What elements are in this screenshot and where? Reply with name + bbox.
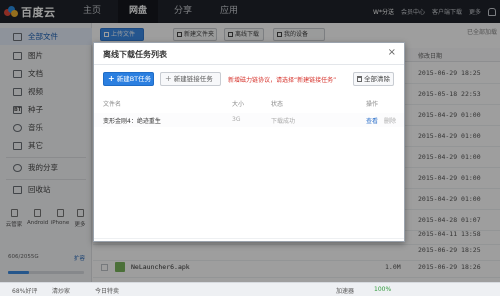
new-bt-task-label: 新建BT任务 — [116, 75, 152, 83]
magnet-notice: 新增磁力链协议，请选择“新建链接任务” — [228, 77, 337, 84]
column-status: 状态 — [271, 101, 284, 108]
new-bt-task-button[interactable]: + 新建BT任务 — [103, 72, 154, 86]
status-rating[interactable]: 68%好评 — [12, 286, 37, 295]
browser-status-bar: 68%好评 清炒家 今日特卖 加速器 100% — [0, 282, 500, 296]
view-task-link[interactable]: 查看 — [366, 116, 378, 125]
column-action: 操作 — [366, 101, 379, 108]
task-status: 下载成功 — [271, 118, 296, 125]
offline-download-dialog: 离线下载任务列表 × + 新建BT任务 + 新建链接任务 新增磁力链协议，请选择“新… — [93, 42, 405, 242]
dialog-title: 离线下载任务列表 — [103, 50, 167, 59]
trash-icon — [357, 76, 362, 82]
column-filename: 文件名 — [103, 101, 122, 108]
delete-task-link[interactable]: 删除 — [384, 116, 396, 125]
dialog-header: 离线下载任务列表 × — [94, 43, 404, 65]
task-size: 3G — [232, 116, 241, 123]
clear-all-label: 全部清除 — [364, 75, 390, 83]
status-daily-deals[interactable]: 今日特卖 — [95, 286, 119, 295]
dialog-divider — [94, 238, 404, 239]
task-table-header: 文件名 大小 状态 操作 — [94, 96, 404, 108]
new-link-task-button[interactable]: + 新建链接任务 — [160, 72, 221, 86]
new-link-task-label: 新建链接任务 — [173, 75, 213, 83]
column-size: 大小 — [232, 101, 245, 108]
task-row[interactable]: 变形金刚4：绝迹重生 3G 下载成功 查看 删除 — [94, 113, 404, 127]
task-name: 变形金刚4：绝迹重生 — [103, 118, 161, 125]
clear-all-button[interactable]: 全部清除 — [353, 72, 394, 86]
status-zoom[interactable]: 100% — [374, 286, 391, 293]
status-item-2[interactable]: 清炒家 — [52, 286, 70, 295]
close-icon[interactable]: × — [388, 47, 396, 59]
status-accelerator[interactable]: 加速器 — [336, 286, 354, 295]
plus-icon: + — [165, 74, 172, 83]
plus-icon: + — [108, 74, 115, 83]
